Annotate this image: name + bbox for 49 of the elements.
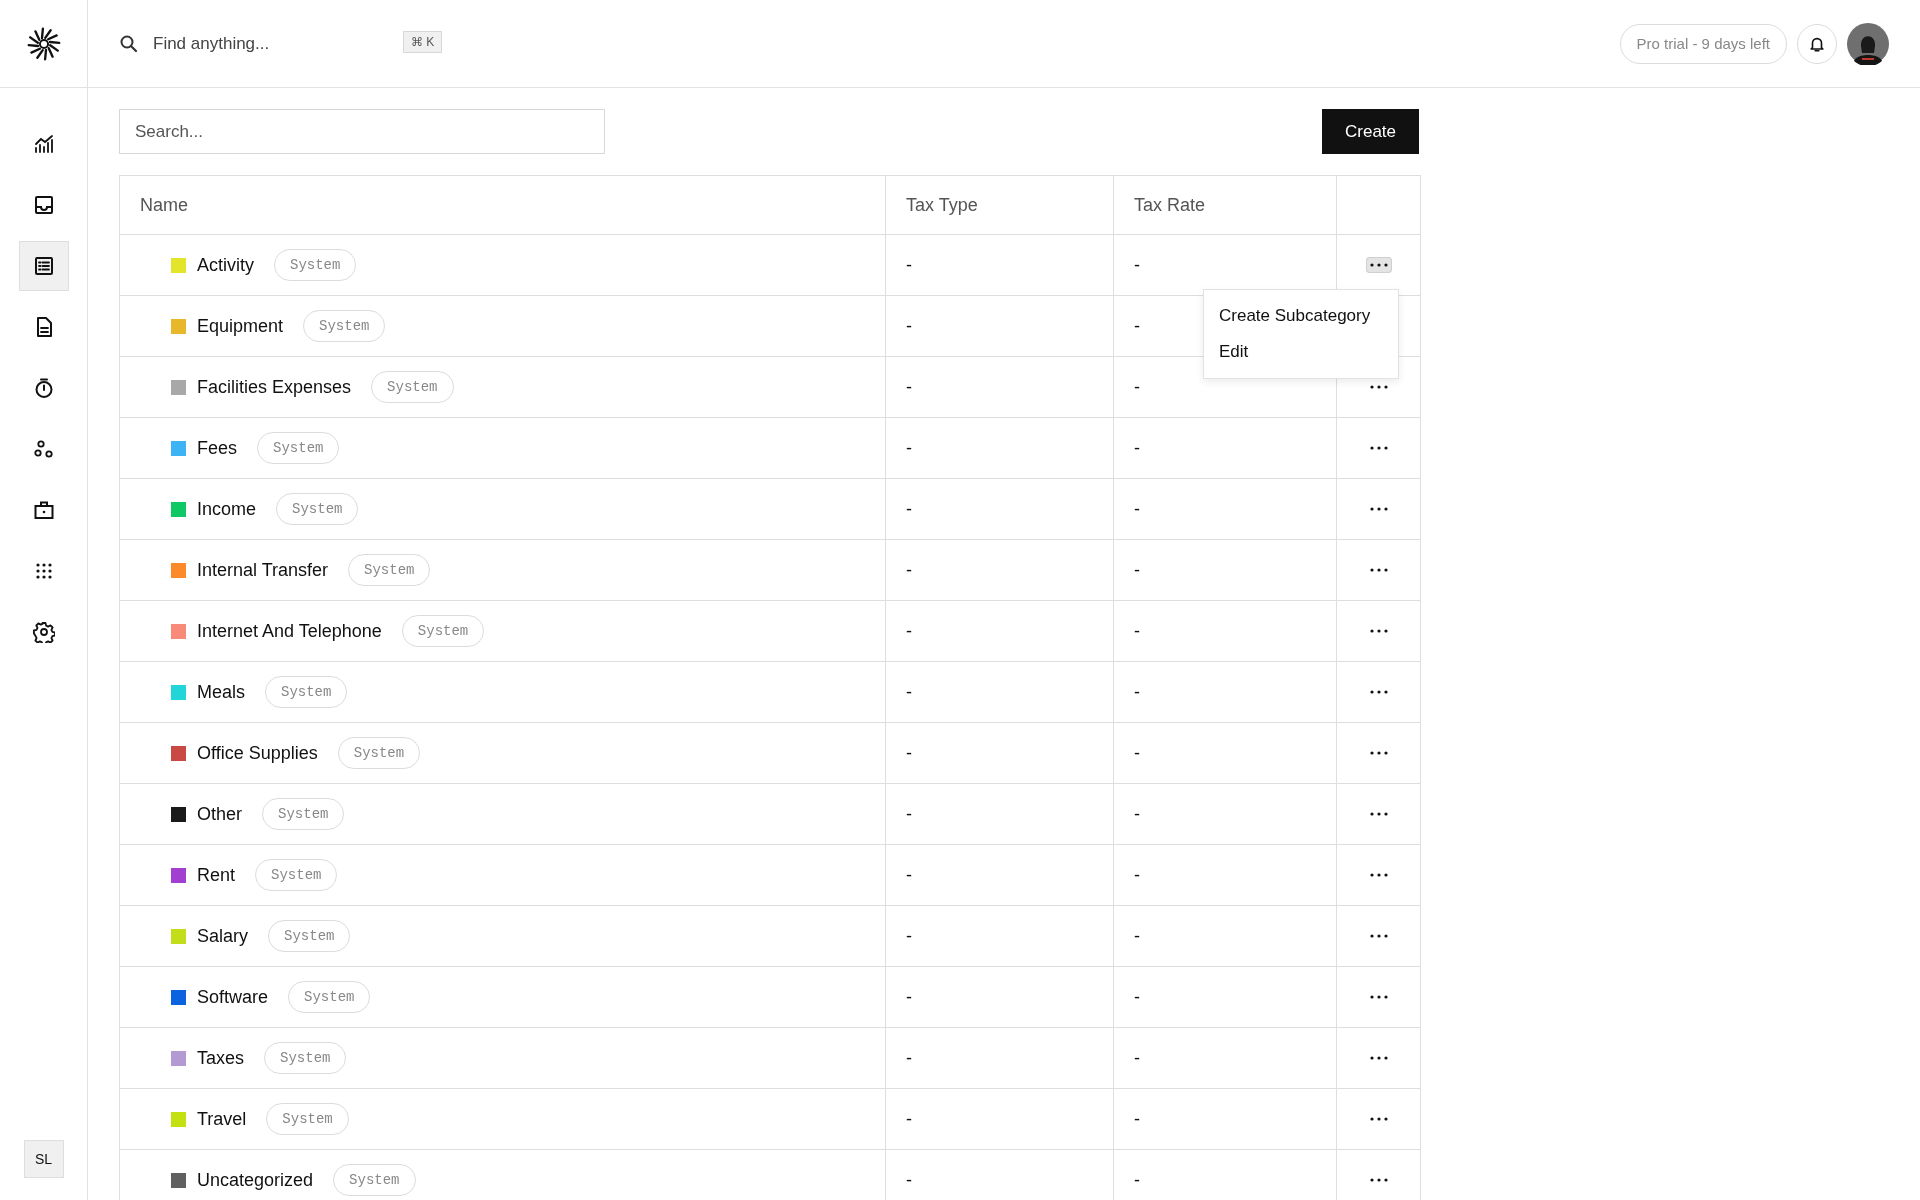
category-name: Internet And Telephone xyxy=(197,620,382,642)
table-cell: - xyxy=(886,784,1114,844)
table-cell: - xyxy=(886,357,1114,417)
category-name: Software xyxy=(197,986,269,1008)
category-name: Fees xyxy=(197,437,238,459)
table-cell: - xyxy=(886,296,1114,356)
table-cell: - xyxy=(886,1028,1114,1088)
table-cell: - xyxy=(1114,479,1337,539)
category-name: Internal Transfer xyxy=(197,559,329,581)
table-cell: - xyxy=(886,906,1114,966)
table-cell: - xyxy=(886,479,1114,539)
category-name: Office Supplies xyxy=(197,742,318,764)
table-cell: - xyxy=(886,845,1114,905)
column-header: Name xyxy=(120,176,886,234)
table-cell: - xyxy=(1114,1028,1337,1088)
table-cell: - xyxy=(886,418,1114,478)
table-cell: - xyxy=(1114,967,1337,1027)
table-cell: - xyxy=(886,540,1114,600)
table-cell: - xyxy=(886,1089,1114,1149)
table-cell: - xyxy=(886,601,1114,661)
category-name: Activity xyxy=(197,254,254,276)
table-cell: - xyxy=(1114,662,1337,722)
category-name: Salary xyxy=(197,925,249,947)
column-header: Tax Type xyxy=(886,176,1114,234)
category-name: Facilities Expenses xyxy=(197,376,352,398)
table-cell: - xyxy=(1114,601,1337,661)
category-name: Uncategorized xyxy=(197,1169,314,1191)
category-name: Equipment xyxy=(197,315,284,337)
table-cell: - xyxy=(886,662,1114,722)
category-name: Income xyxy=(197,498,257,520)
table-cell: - xyxy=(886,235,1114,295)
table-cell: - xyxy=(886,1150,1114,1200)
table-cell: - xyxy=(1114,784,1337,844)
table-cell: - xyxy=(1114,1089,1337,1149)
table-cell: - xyxy=(1114,906,1337,966)
table-cell: - xyxy=(1114,540,1337,600)
table-cell: - xyxy=(1114,1150,1337,1200)
shortcut-key: ⌘ K xyxy=(403,30,443,53)
table-cell: - xyxy=(1114,845,1337,905)
category-name: Meals xyxy=(197,681,245,703)
category-name: Other xyxy=(197,803,243,825)
category-name: Travel xyxy=(197,1108,247,1130)
category-name: Taxes xyxy=(197,1047,245,1069)
table-cell: - xyxy=(1114,418,1337,478)
category-name: Rent xyxy=(197,864,236,886)
table-cell: - xyxy=(886,723,1114,783)
column-header: Tax Rate xyxy=(1114,176,1337,234)
table-cell: - xyxy=(886,967,1114,1027)
table-cell: - xyxy=(1114,723,1337,783)
